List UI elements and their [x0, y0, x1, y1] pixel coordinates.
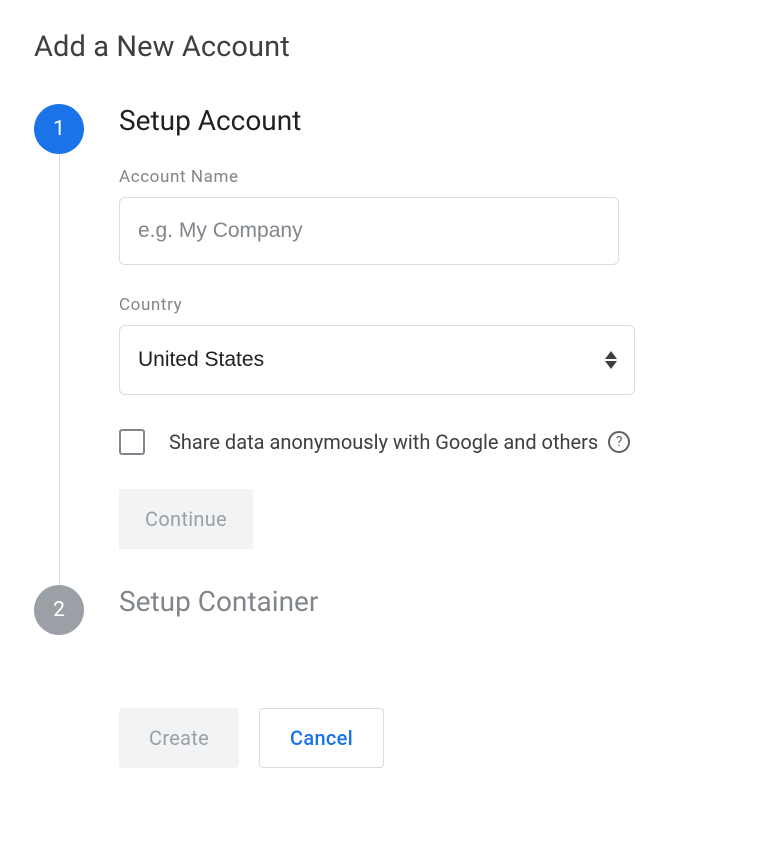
account-name-input[interactable] [119, 197, 619, 265]
step-badge-1: 1 [34, 104, 84, 154]
country-select[interactable]: United States [119, 325, 635, 395]
share-data-checkbox[interactable] [119, 429, 145, 455]
step-title-2: Setup Container [119, 585, 728, 618]
country-field: Country United States [119, 295, 728, 395]
help-icon[interactable]: ? [608, 431, 630, 453]
cancel-button[interactable]: Cancel [259, 708, 384, 768]
step-title-1: Setup Account [119, 104, 728, 137]
page-title: Add a New Account [34, 30, 728, 64]
share-data-label: Share data anonymously with Google and o… [169, 430, 598, 454]
account-name-label: Account Name [119, 167, 728, 187]
continue-button[interactable]: Continue [119, 489, 253, 549]
country-label: Country [119, 295, 728, 315]
account-name-field: Account Name [119, 167, 728, 265]
create-button[interactable]: Create [119, 708, 239, 768]
footer-actions: Create Cancel [34, 708, 728, 768]
step-badge-2: 2 [34, 585, 84, 635]
step-connector [59, 154, 60, 602]
step-setup-account: 1 Setup Account Account Name Country Uni… [34, 104, 728, 577]
step-setup-container: 2 Setup Container [34, 585, 728, 708]
stepper: 1 Setup Account Account Name Country Uni… [34, 104, 728, 708]
share-data-row: Share data anonymously with Google and o… [119, 429, 728, 455]
